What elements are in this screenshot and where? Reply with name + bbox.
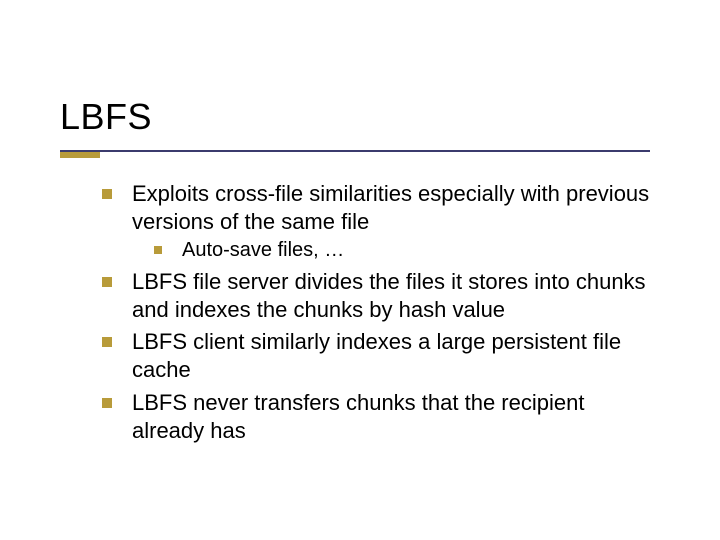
title-accent-icon xyxy=(60,152,100,158)
list-item: LBFS client similarly indexes a large pe… xyxy=(98,328,658,384)
list-item: LBFS never transfers chunks that the rec… xyxy=(98,389,658,445)
bullet-text: Exploits cross-file similarities especia… xyxy=(132,181,649,234)
bullet-text: Auto-save files, … xyxy=(182,239,344,261)
list-item: LBFS file server divides the files it st… xyxy=(98,268,658,324)
slide-title: LBFS xyxy=(60,96,680,138)
list-item: Auto-save files, … xyxy=(152,238,658,264)
title-underline-icon xyxy=(60,150,650,152)
sub-bullet-list: Auto-save files, … xyxy=(132,238,658,264)
bullet-text: LBFS never transfers chunks that the rec… xyxy=(132,390,584,443)
bullet-text: LBFS file server divides the files it st… xyxy=(132,269,646,322)
body-content: Exploits cross-file similarities especia… xyxy=(98,180,658,449)
bullet-list: Exploits cross-file similarities especia… xyxy=(98,180,658,445)
title-block: LBFS xyxy=(60,96,680,138)
bullet-text: LBFS client similarly indexes a large pe… xyxy=(132,329,621,382)
slide: LBFS Exploits cross-file similarities es… xyxy=(0,0,720,540)
list-item: Exploits cross-file similarities especia… xyxy=(98,180,658,264)
